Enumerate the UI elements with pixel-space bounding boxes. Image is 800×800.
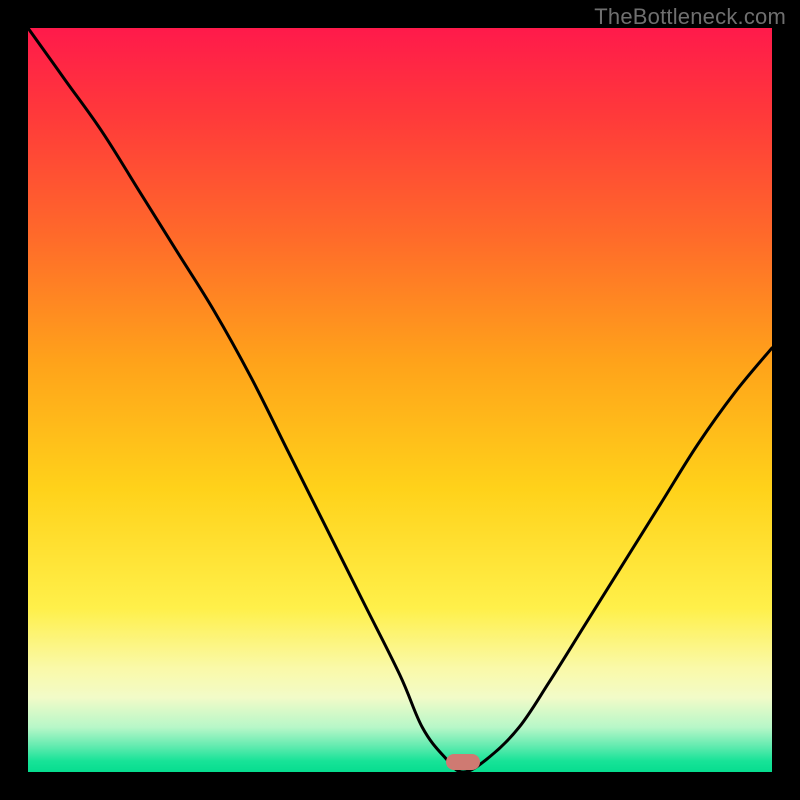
watermark-text: TheBottleneck.com xyxy=(594,4,786,30)
bottleneck-curve xyxy=(28,28,772,772)
optimal-marker xyxy=(446,754,480,770)
plot-area xyxy=(28,28,772,772)
chart-frame: TheBottleneck.com xyxy=(0,0,800,800)
